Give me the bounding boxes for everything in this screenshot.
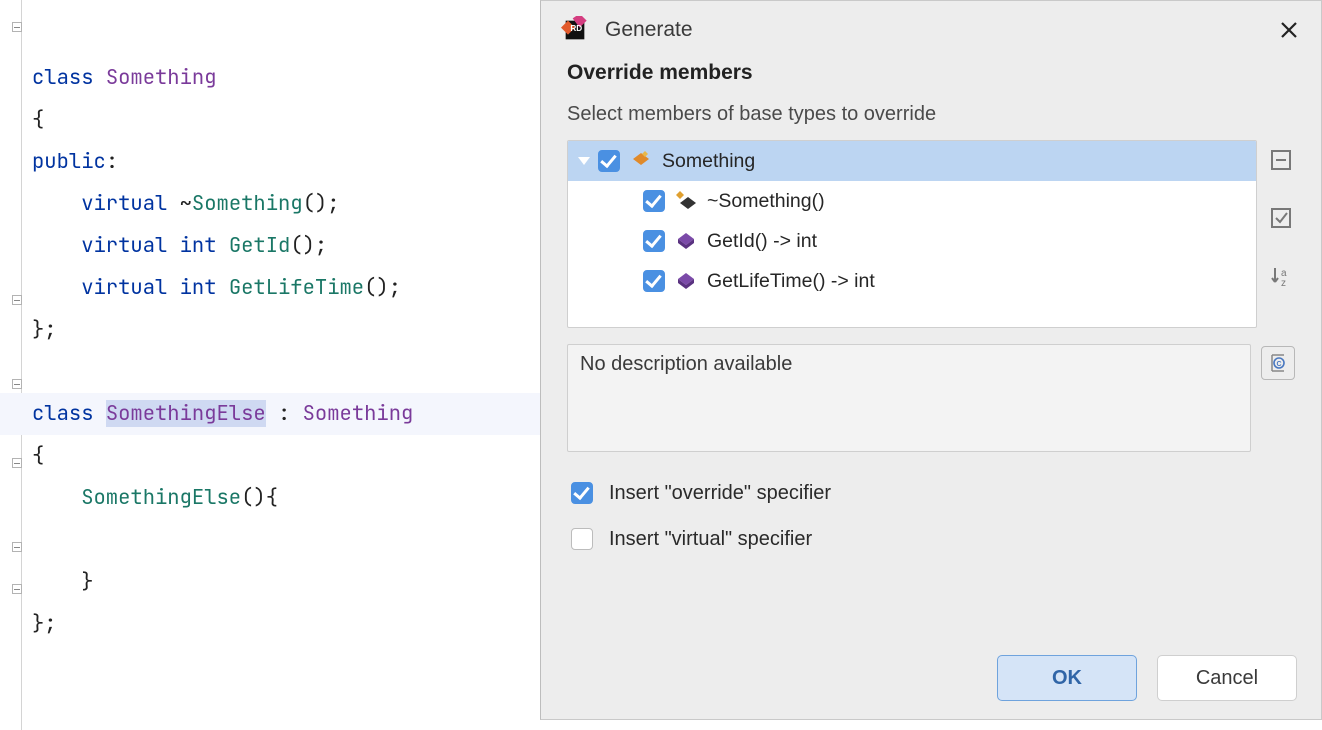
members-tree[interactable]: Something ~Something() GetId() -> int	[567, 140, 1257, 328]
keyword-class: class	[32, 400, 106, 427]
fn-name: Something	[192, 190, 303, 217]
options: Insert "override" specifier Insert "virt…	[567, 470, 1295, 562]
keyword-virtual: virtual int	[81, 274, 229, 301]
generate-dialog: RD Generate Override members Select memb…	[540, 0, 1322, 720]
svg-text:C: C	[1277, 361, 1282, 368]
subtitle: Select members of base types to override	[567, 103, 1295, 126]
copyright-tool-icon[interactable]: C	[1261, 346, 1295, 380]
option-virtual-specifier[interactable]: Insert "virtual" specifier	[567, 516, 1295, 562]
tree-label: GetLifeTime() -> int	[707, 270, 875, 293]
rider-logo-icon: RD	[561, 16, 589, 44]
tree-label: GetId() -> int	[707, 230, 817, 253]
checkbox[interactable]	[643, 190, 665, 212]
svg-text:z: z	[1281, 278, 1286, 288]
tree-row[interactable]: ~Something()	[568, 181, 1256, 221]
brace: };	[32, 316, 57, 343]
brace: {	[32, 106, 44, 133]
class-icon	[630, 150, 652, 172]
brace: };	[32, 610, 57, 637]
option-override-specifier[interactable]: Insert "override" specifier	[567, 470, 1295, 516]
checkbox[interactable]	[643, 270, 665, 292]
select-all-icon[interactable]	[1267, 204, 1295, 232]
brace: {	[32, 442, 44, 469]
ok-button[interactable]: OK	[997, 655, 1137, 701]
option-label: Insert "override" specifier	[609, 482, 831, 505]
keyword-virtual: virtual	[81, 190, 179, 217]
method-icon	[675, 230, 697, 252]
cancel-button[interactable]: Cancel	[1157, 655, 1297, 701]
base-class-name: Something	[303, 400, 414, 427]
method-icon	[675, 270, 697, 292]
colon: :	[106, 148, 118, 175]
section-title: Override members	[567, 61, 1295, 85]
keyword-class: class	[32, 64, 106, 91]
tree-label: Something	[662, 150, 755, 173]
fold-marker-icon[interactable]	[12, 584, 22, 594]
dialog-footer: OK Cancel	[997, 655, 1297, 701]
tree-row-root[interactable]: Something	[568, 141, 1256, 181]
tree-side-toolbar: az	[1267, 140, 1295, 328]
tree-row[interactable]: GetLifeTime() -> int	[568, 261, 1256, 301]
class-name-highlighted: SomethingElse	[106, 400, 266, 427]
fn-name: GetLifeTime	[229, 274, 364, 301]
dialog-title: Generate	[605, 18, 1277, 42]
fold-marker-icon[interactable]	[12, 22, 22, 32]
tree-row[interactable]: GetId() -> int	[568, 221, 1256, 261]
dialog-header: RD Generate	[541, 1, 1321, 59]
fold-marker-icon[interactable]	[12, 295, 22, 305]
keyword-virtual: virtual int	[81, 232, 229, 259]
fn-name: SomethingElse	[81, 484, 241, 511]
class-name: Something	[106, 64, 217, 91]
checkbox[interactable]	[571, 528, 593, 550]
close-icon[interactable]	[1277, 18, 1301, 42]
description-box: No description available	[567, 344, 1251, 452]
fold-marker-icon[interactable]	[12, 379, 22, 389]
destructor-icon	[675, 190, 697, 212]
checkbox[interactable]	[598, 150, 620, 172]
keyword-public: public	[32, 148, 106, 175]
sort-az-icon[interactable]: az	[1267, 262, 1295, 290]
checkbox[interactable]	[643, 230, 665, 252]
fold-marker-icon[interactable]	[12, 458, 22, 468]
svg-text:RD: RD	[570, 24, 582, 33]
fold-marker-icon[interactable]	[12, 542, 22, 552]
editor-gutter	[0, 0, 22, 730]
checkbox[interactable]	[571, 482, 593, 504]
option-label: Insert "virtual" specifier	[609, 528, 812, 551]
collapse-all-icon[interactable]	[1267, 146, 1295, 174]
fn-name: GetId	[229, 232, 291, 259]
expand-arrow-icon[interactable]	[578, 157, 590, 165]
tree-label: ~Something()	[707, 190, 825, 213]
brace: }	[32, 568, 94, 595]
